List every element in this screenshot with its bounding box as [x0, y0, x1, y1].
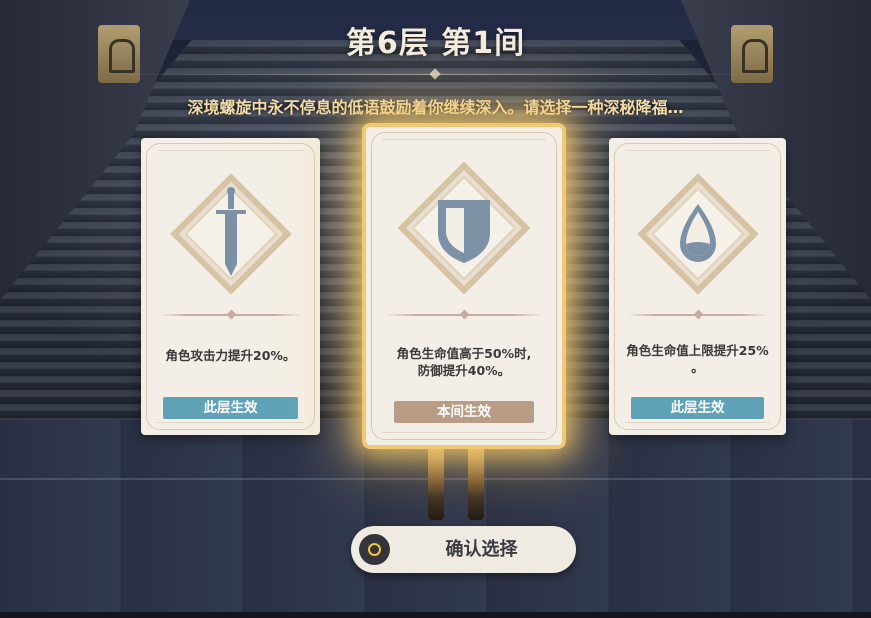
confirm-button-label: 确认选择 [445, 539, 518, 560]
confirm-button[interactable]: 确认选择 [351, 526, 576, 573]
gamepad-button-icon [359, 534, 390, 565]
water-drop-icon [628, 164, 768, 304]
character-leg [428, 446, 444, 520]
scope-tag: 此层生效 [631, 397, 764, 419]
bottom-border [0, 612, 871, 618]
page-subtitle: 深境螺旋中永不停息的低语鼓励着你继续深入。请选择一种深秘降福… [187, 98, 684, 117]
card-description: 角色攻击力提升20%。 [151, 347, 310, 364]
card-separator [384, 314, 544, 316]
sword-icon [161, 164, 301, 304]
card-description: 角色生命值上限提升25% 。 [619, 342, 776, 376]
card-description: 角色生命值高于50%时, 防御提升40%。 [376, 345, 552, 379]
page-title: 第6层 第1间 [345, 26, 526, 61]
blessing-card-attack[interactable]: 角色攻击力提升20%。 此层生效 [141, 138, 320, 435]
description-line: 。 [691, 360, 704, 375]
shield-icon [386, 153, 542, 303]
card-separator [627, 314, 768, 316]
blessing-card-defense[interactable]: 角色生命值高于50%时, 防御提升40%。 本间生效 [366, 127, 562, 445]
blessing-card-hp[interactable]: 角色生命值上限提升25% 。 此层生效 [609, 138, 786, 435]
character-leg [468, 446, 484, 520]
scope-tag: 此层生效 [163, 397, 298, 419]
description-line: 角色攻击力提升20%。 [165, 348, 296, 363]
scope-tag: 本间生效 [394, 401, 534, 423]
player-character [418, 440, 494, 520]
description-line: 角色生命值高于50%时, [396, 346, 532, 361]
description-line: 防御提升40%。 [417, 363, 511, 378]
card-separator [159, 314, 302, 316]
description-line: 角色生命值上限提升25% [626, 343, 769, 358]
